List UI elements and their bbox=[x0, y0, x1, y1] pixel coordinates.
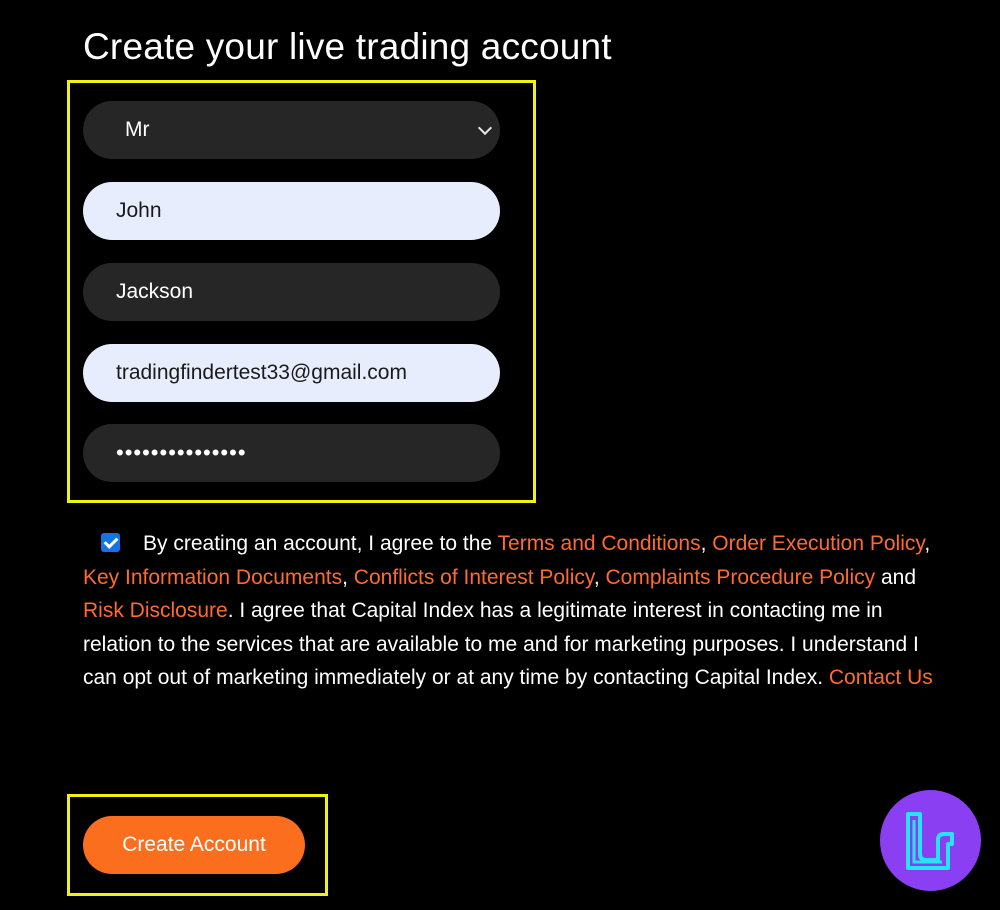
consent-text-part: and bbox=[875, 565, 917, 589]
consent-text-part: By creating an account, I agree to the bbox=[143, 532, 498, 555]
risk-disclosure-link[interactable]: Risk Disclosure bbox=[83, 599, 228, 622]
first-name-input[interactable]: John bbox=[83, 182, 500, 240]
kid-link[interactable]: Key Information Documents bbox=[83, 566, 342, 589]
title-select[interactable]: Mr bbox=[83, 101, 500, 159]
last-name-input[interactable]: Jackson bbox=[83, 263, 500, 321]
consent-text: By creating an account, I agree to the T… bbox=[83, 527, 953, 695]
consent-separator: , bbox=[342, 565, 354, 589]
email-value: tradingfindertest33@gmail.com bbox=[116, 361, 407, 384]
password-value: ••••••••••••••• bbox=[116, 440, 247, 465]
last-name-value: Jackson bbox=[116, 280, 194, 303]
first-name-value: John bbox=[116, 199, 162, 222]
order-execution-link[interactable]: Order Execution Policy bbox=[712, 532, 924, 555]
complaints-link[interactable]: Complaints Procedure Policy bbox=[606, 566, 876, 589]
contact-us-link[interactable]: Contact Us bbox=[829, 666, 933, 689]
email-input[interactable]: tradingfindertest33@gmail.com bbox=[83, 344, 500, 402]
create-account-button[interactable]: Create Account bbox=[83, 816, 305, 874]
title-select-value: Mr bbox=[125, 118, 150, 141]
consent-separator: , bbox=[924, 532, 931, 555]
page-title: Create your live trading account bbox=[83, 26, 612, 67]
consent-separator: , bbox=[593, 565, 606, 589]
consent-separator: , bbox=[700, 532, 713, 555]
brand-logo-icon bbox=[880, 790, 981, 891]
password-input[interactable]: ••••••••••••••• bbox=[83, 424, 500, 482]
terms-link[interactable]: Terms and Conditions bbox=[498, 532, 701, 555]
conflicts-link[interactable]: Conflicts of Interest Policy bbox=[354, 566, 594, 589]
chevron-down-icon bbox=[477, 120, 493, 135]
consent-checkbox[interactable] bbox=[101, 533, 120, 552]
signup-page: Create your live trading account Mr John… bbox=[0, 0, 1000, 910]
